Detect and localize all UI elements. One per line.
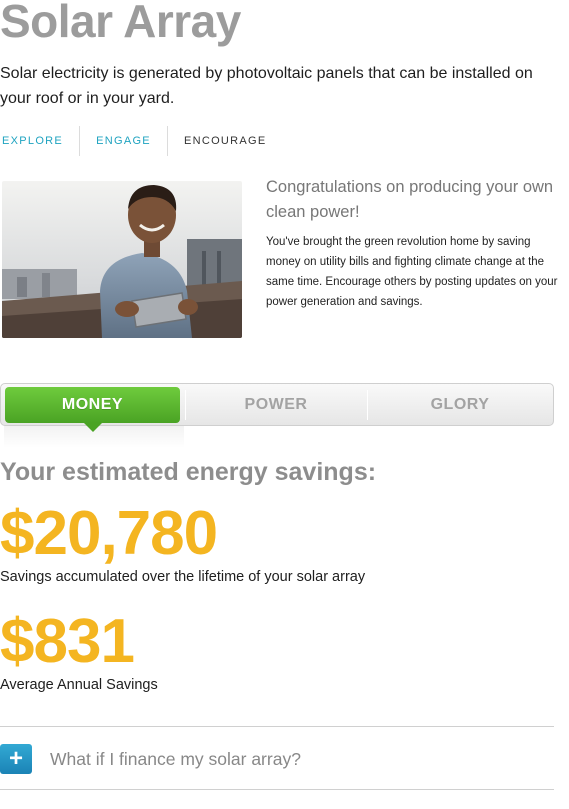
tab-glory[interactable]: GLORY [369,387,551,423]
savings-tabs: MONEY POWER GLORY [0,383,554,426]
page-title: Solar Array [0,0,241,47]
tab-divider [185,390,186,420]
annual-savings-value: $831 [0,607,135,676]
promo-heading: Congratulations on producing your own cl… [266,178,554,221]
tab-power[interactable]: POWER [187,387,365,423]
person-with-tablet-image [2,181,242,338]
lifetime-savings-label: Savings accumulated over the lifetime of… [0,569,366,585]
subnav-explore[interactable]: EXPLORE [0,126,81,156]
annual-savings-label: Average Annual Savings [0,677,158,693]
divider [0,726,554,727]
tab-money[interactable]: MONEY [5,387,180,423]
savings-heading: Your estimated energy savings: [0,458,377,486]
divider [0,789,554,790]
tab-divider [367,390,368,420]
finance-accordion-label[interactable]: What if I finance my solar array? [50,749,301,770]
promo-body: You've brought the green revolution home… [266,236,558,308]
active-tab-pointer [84,423,102,432]
page-intro: Solar electricity is generated by photov… [0,65,533,107]
plus-icon[interactable]: + [0,744,32,774]
lifetime-savings-value: $20,780 [0,499,218,568]
finance-accordion[interactable]: + What if I finance my solar array? [0,741,554,777]
subnav-encourage[interactable]: ENCOURAGE [168,126,283,156]
subnav: EXPLORE ENGAGE ENCOURAGE [0,126,283,156]
subnav-engage[interactable]: ENGAGE [80,126,168,156]
promo-photo [2,181,242,338]
